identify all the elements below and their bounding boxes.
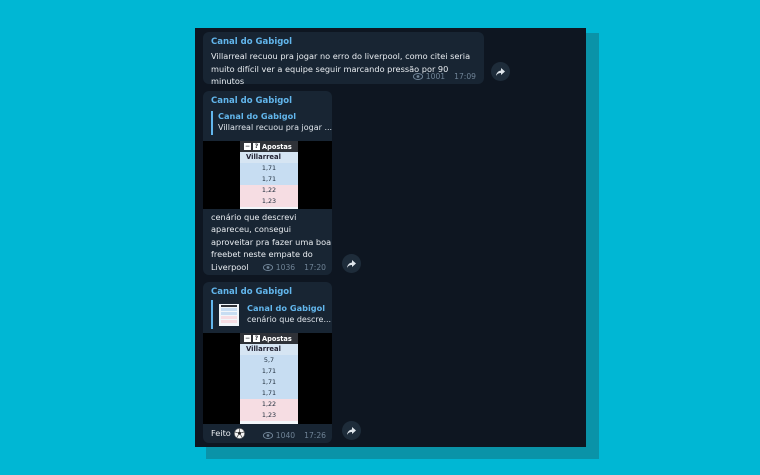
- odd-row: 1,71: [240, 366, 298, 377]
- reply-preview[interactable]: Canal do Gabigol Villarreal recuou pra j…: [211, 111, 332, 135]
- message-sender[interactable]: Canal do Gabigol: [211, 96, 292, 106]
- message-meta: 1036 17:20: [262, 263, 326, 272]
- share-arrow-icon: [496, 67, 505, 76]
- reply-preview[interactable]: Canal do Gabigol cenário que descre...: [211, 300, 332, 329]
- share-arrow-icon: [347, 426, 356, 435]
- odd-row: 1,71: [240, 174, 298, 185]
- minimize-icon: −: [244, 335, 251, 342]
- chat-window[interactable]: Canal do Gabigol Villarreal recuou pra j…: [195, 28, 586, 447]
- reply-text: Villarreal recuou pra jogar ...: [218, 123, 332, 132]
- bet-slip-header: − ? Apostas: [240, 333, 298, 344]
- message-bubble-2[interactable]: Canal do Gabigol Canal do Gabigol Villar…: [203, 91, 332, 275]
- reply-text: cenário que descre...: [247, 315, 332, 324]
- message-time: 17:20: [304, 263, 326, 272]
- views-icon: [262, 432, 273, 439]
- message-text-row: Feito: [211, 427, 245, 440]
- reply-thumbnail: [219, 304, 239, 326]
- message-bubble-3[interactable]: Canal do Gabigol Canal do Gabigol cenári…: [203, 282, 332, 443]
- odd-row: 1,23: [240, 196, 298, 207]
- soccer-ball-icon: [233, 427, 245, 439]
- bet-slip: − ? Apostas Villarreal 5,7 1,71 1,71 1,7…: [240, 333, 298, 424]
- share-arrow-icon: [347, 259, 356, 268]
- forward-button[interactable]: [491, 62, 510, 81]
- help-icon: ?: [253, 143, 260, 150]
- message-image[interactable]: − ? Apostas Villarreal 1,71 1,71 1,22 1,…: [203, 141, 332, 209]
- bet-team: Villarreal: [240, 152, 298, 163]
- message-bubble-1[interactable]: Canal do Gabigol Villarreal recuou pra j…: [203, 32, 484, 84]
- views-count: 1001: [425, 72, 446, 81]
- bet-slip: − ? Apostas Villarreal 1,71 1,71 1,22 1,…: [240, 141, 298, 209]
- message-text: Feito: [211, 428, 231, 438]
- views-count: 1040: [275, 431, 296, 440]
- views-icon: [262, 264, 273, 271]
- odd-row: 1,71: [240, 163, 298, 174]
- message-line: freebet neste empate do: [211, 249, 313, 260]
- message-line: aproveitar pra fazer uma boa: [211, 236, 332, 247]
- odd-row: 1,71: [240, 377, 298, 388]
- message-line: apareceu, consegui: [211, 224, 292, 235]
- reply-sender: Canal do Gabigol: [218, 111, 297, 121]
- odd-row: 5,7: [240, 355, 298, 366]
- forward-button[interactable]: [342, 254, 361, 273]
- reply-sender: Canal do Gabigol: [247, 303, 326, 313]
- odd-row: 1,22: [240, 399, 298, 410]
- message-meta: 1040 17:26: [262, 431, 326, 440]
- views-icon: [412, 73, 423, 80]
- odd-row: 1,22: [240, 185, 298, 196]
- bet-slip-header: − ? Apostas: [240, 141, 298, 152]
- message-time: 17:09: [454, 72, 476, 81]
- odd-row: 1,71: [240, 388, 298, 399]
- forward-button[interactable]: [342, 421, 361, 440]
- message-sender[interactable]: Canal do Gabigol: [211, 37, 292, 47]
- help-icon: ?: [253, 335, 260, 342]
- bet-slip-title: Apostas: [262, 334, 292, 343]
- odd-row: 1,23: [240, 410, 298, 421]
- bet-slip-title: Apostas: [262, 142, 292, 151]
- message-line: cenário que descrevi: [211, 212, 297, 222]
- bet-team: Villarreal: [240, 344, 298, 355]
- message-image[interactable]: − ? Apostas Villarreal 5,7 1,71 1,71 1,7…: [203, 333, 332, 424]
- message-meta: 1001 17:09: [412, 72, 476, 81]
- minimize-icon: −: [244, 143, 251, 150]
- views-count: 1036: [275, 263, 296, 272]
- message-time: 17:26: [304, 431, 326, 440]
- message-sender[interactable]: Canal do Gabigol: [211, 287, 292, 297]
